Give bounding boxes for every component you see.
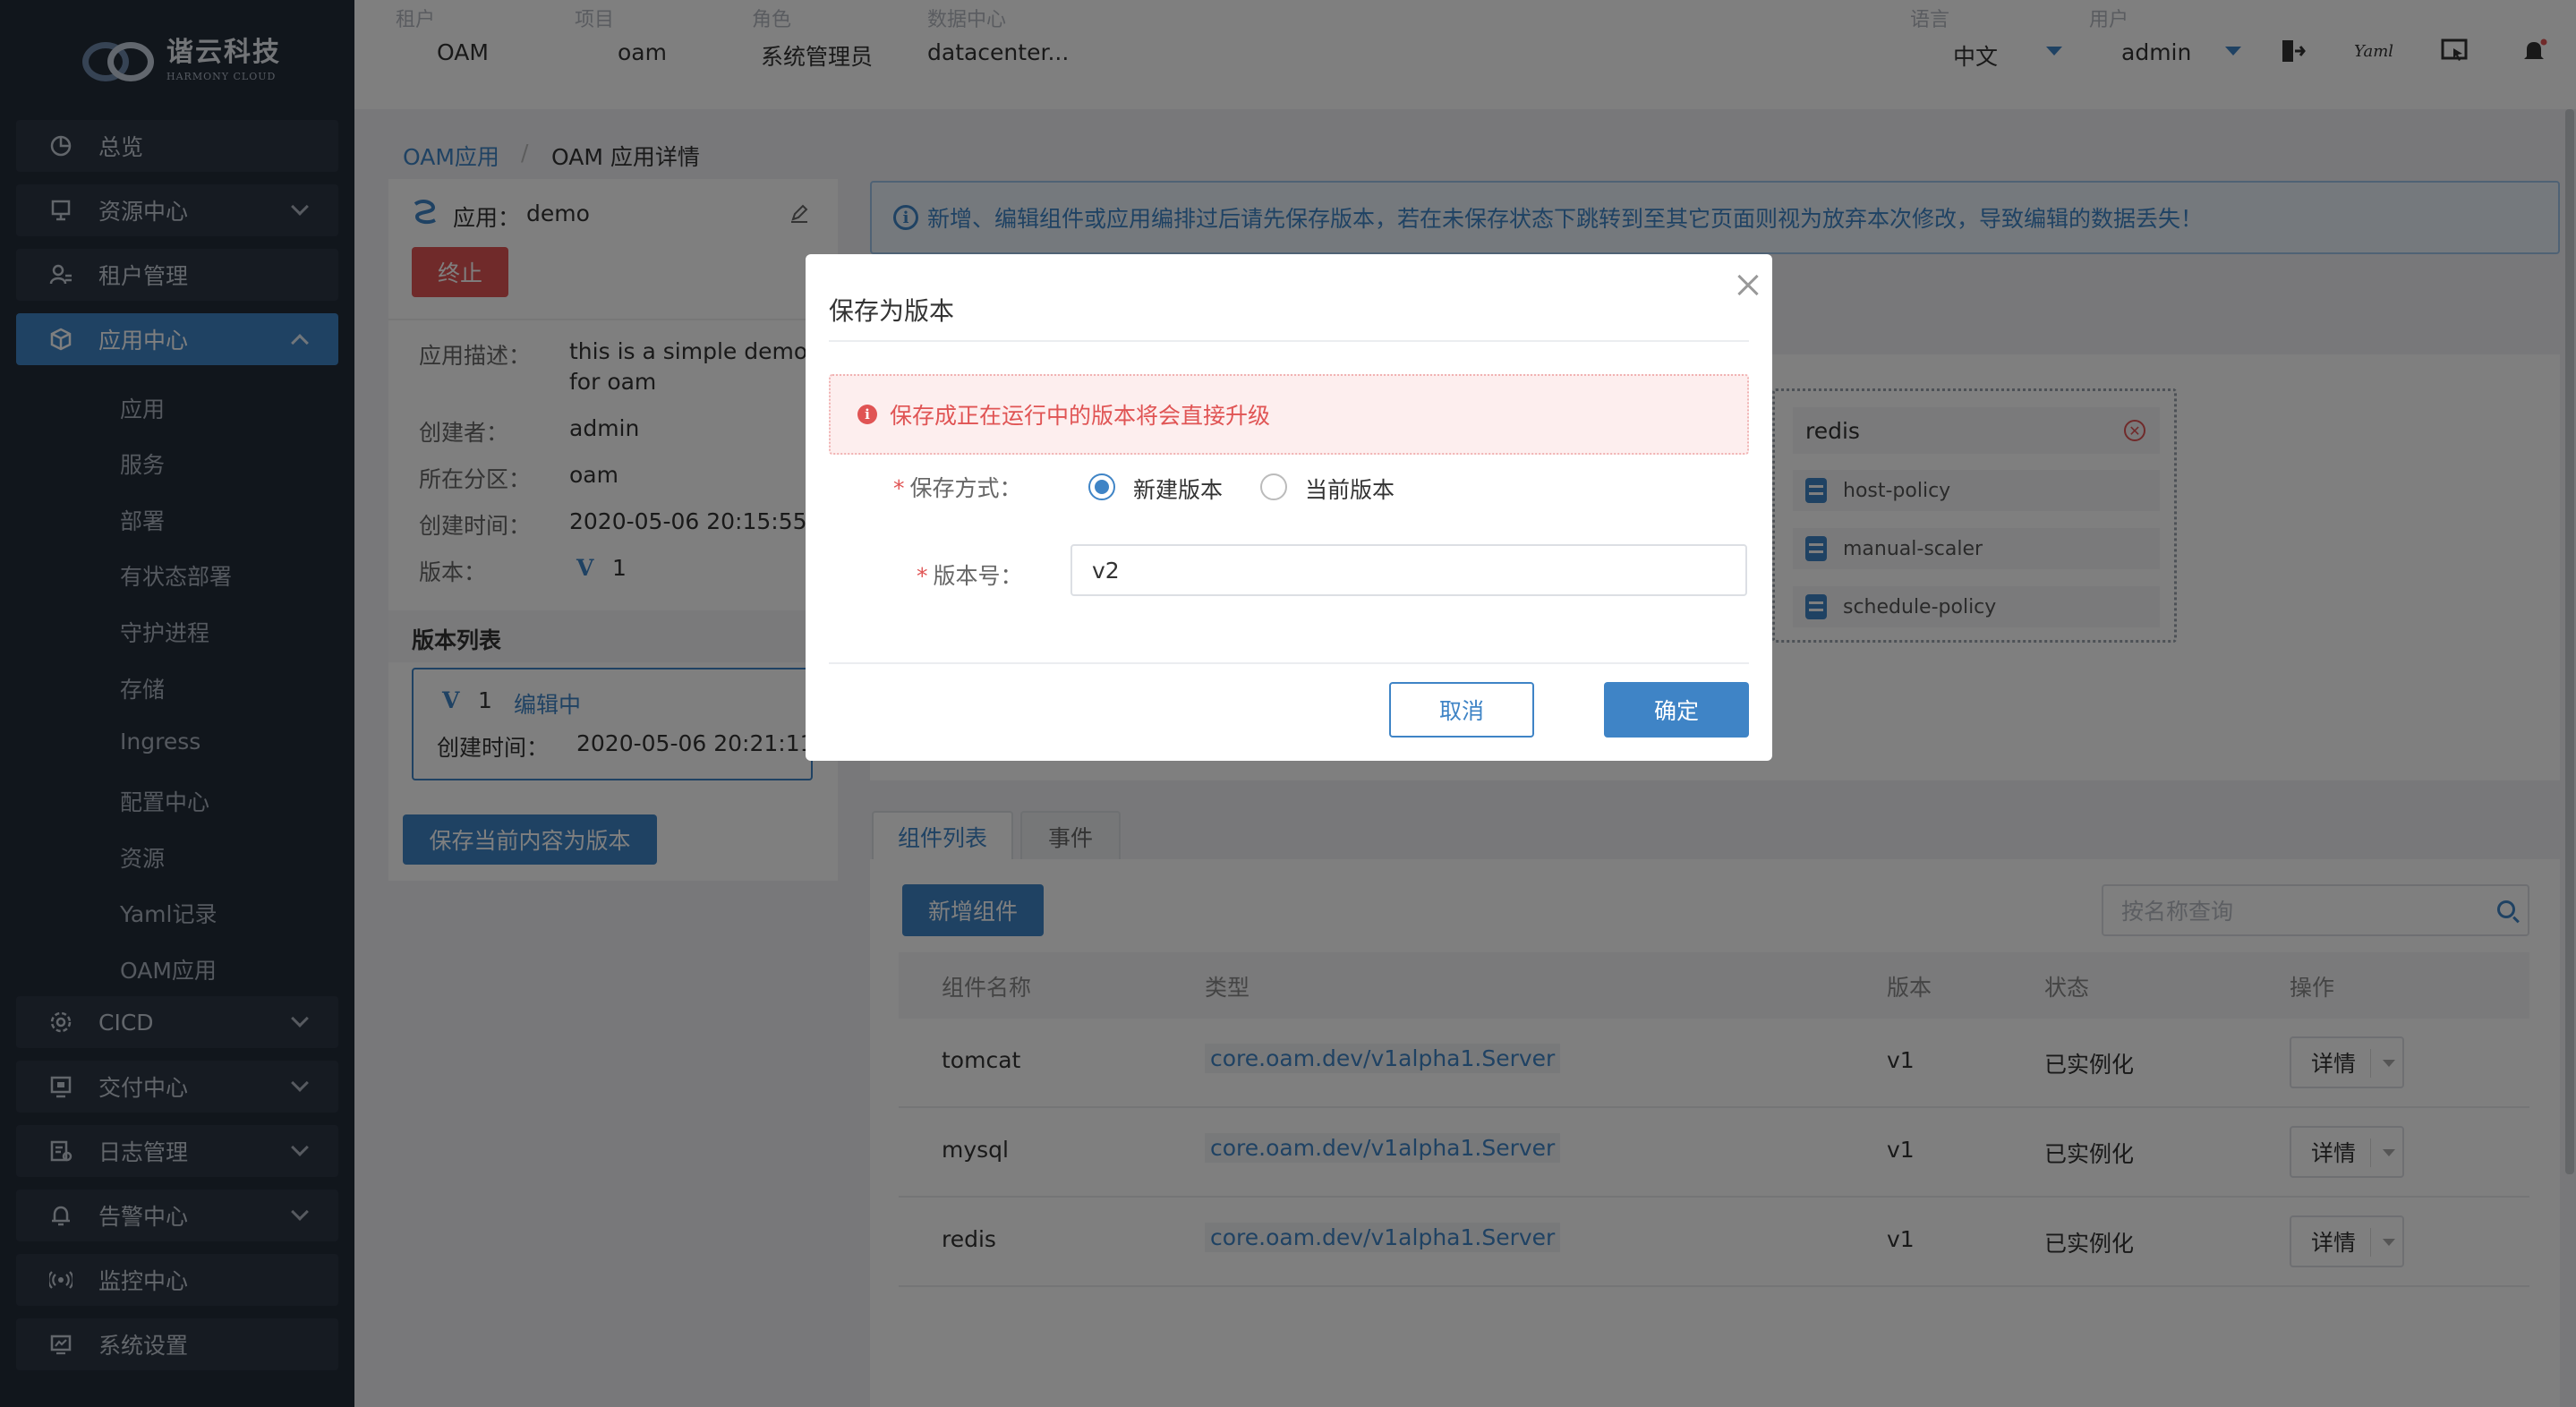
radio-current-version-label[interactable]: 当前版本 xyxy=(1305,473,1395,505)
version-number-label: * 版本号： xyxy=(917,563,1023,589)
cancel-button[interactable]: 取消 xyxy=(1389,682,1534,738)
save-mode-label: * 保存方式： xyxy=(893,475,1022,501)
close-icon[interactable] xyxy=(1731,269,1765,303)
version-number-input[interactable] xyxy=(1070,544,1747,596)
radio-new-version[interactable] xyxy=(1088,473,1115,500)
dialog-footer-divider xyxy=(829,662,1749,664)
confirm-button[interactable]: 确定 xyxy=(1604,682,1749,738)
warning-text: 保存成正在运行中的版本将会直接升级 xyxy=(890,403,1271,429)
dialog-divider xyxy=(829,340,1749,342)
radio-new-version-label[interactable]: 新建版本 xyxy=(1133,473,1223,505)
save-version-dialog: 保存为版本 i 保存成正在运行中的版本将会直接升级 * 保存方式： 新建版本 当前… xyxy=(806,254,1772,761)
radio-current-version[interactable] xyxy=(1260,473,1287,500)
warning-icon: i xyxy=(857,405,877,424)
warning-alert: i 保存成正在运行中的版本将会直接升级 xyxy=(829,374,1749,455)
dialog-title: 保存为版本 xyxy=(829,296,955,326)
